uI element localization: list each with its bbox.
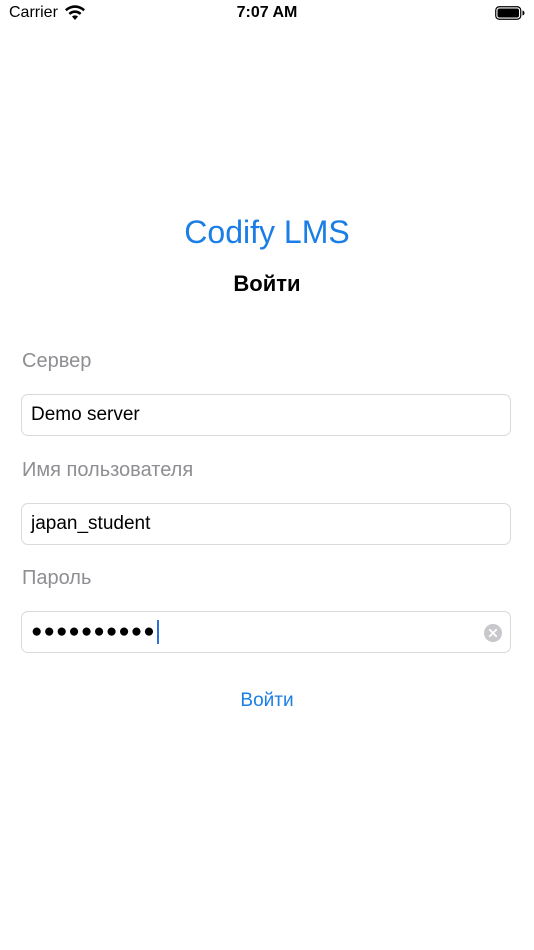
status-bar: Carrier 7:07 AM <box>0 0 534 28</box>
username-label: Имя пользователя <box>22 459 194 481</box>
server-label: Сервер <box>22 350 92 372</box>
username-value: japan_student <box>31 513 151 534</box>
server-field[interactable]: Demo server <box>21 394 511 436</box>
password-dots: ●●●●●●●●●● <box>31 621 156 642</box>
username-field[interactable]: japan_student <box>21 503 511 545</box>
password-masked-value: ●●●●●●●●●● <box>31 620 159 644</box>
clear-icon[interactable] <box>484 624 502 642</box>
password-field[interactable]: ●●●●●●●●●● <box>21 611 511 653</box>
server-value: Demo server <box>31 404 140 425</box>
login-screen: Carrier 7:07 AM Codify LMS Войти Сервер … <box>0 0 534 950</box>
page-title: Войти <box>233 271 301 296</box>
password-label: Пароль <box>22 567 92 589</box>
battery-icon <box>495 6 525 20</box>
login-button[interactable]: Войти <box>0 690 534 712</box>
app-title: Codify LMS <box>184 214 350 250</box>
status-time: 7:07 AM <box>236 4 298 21</box>
text-caret <box>156 620 159 644</box>
